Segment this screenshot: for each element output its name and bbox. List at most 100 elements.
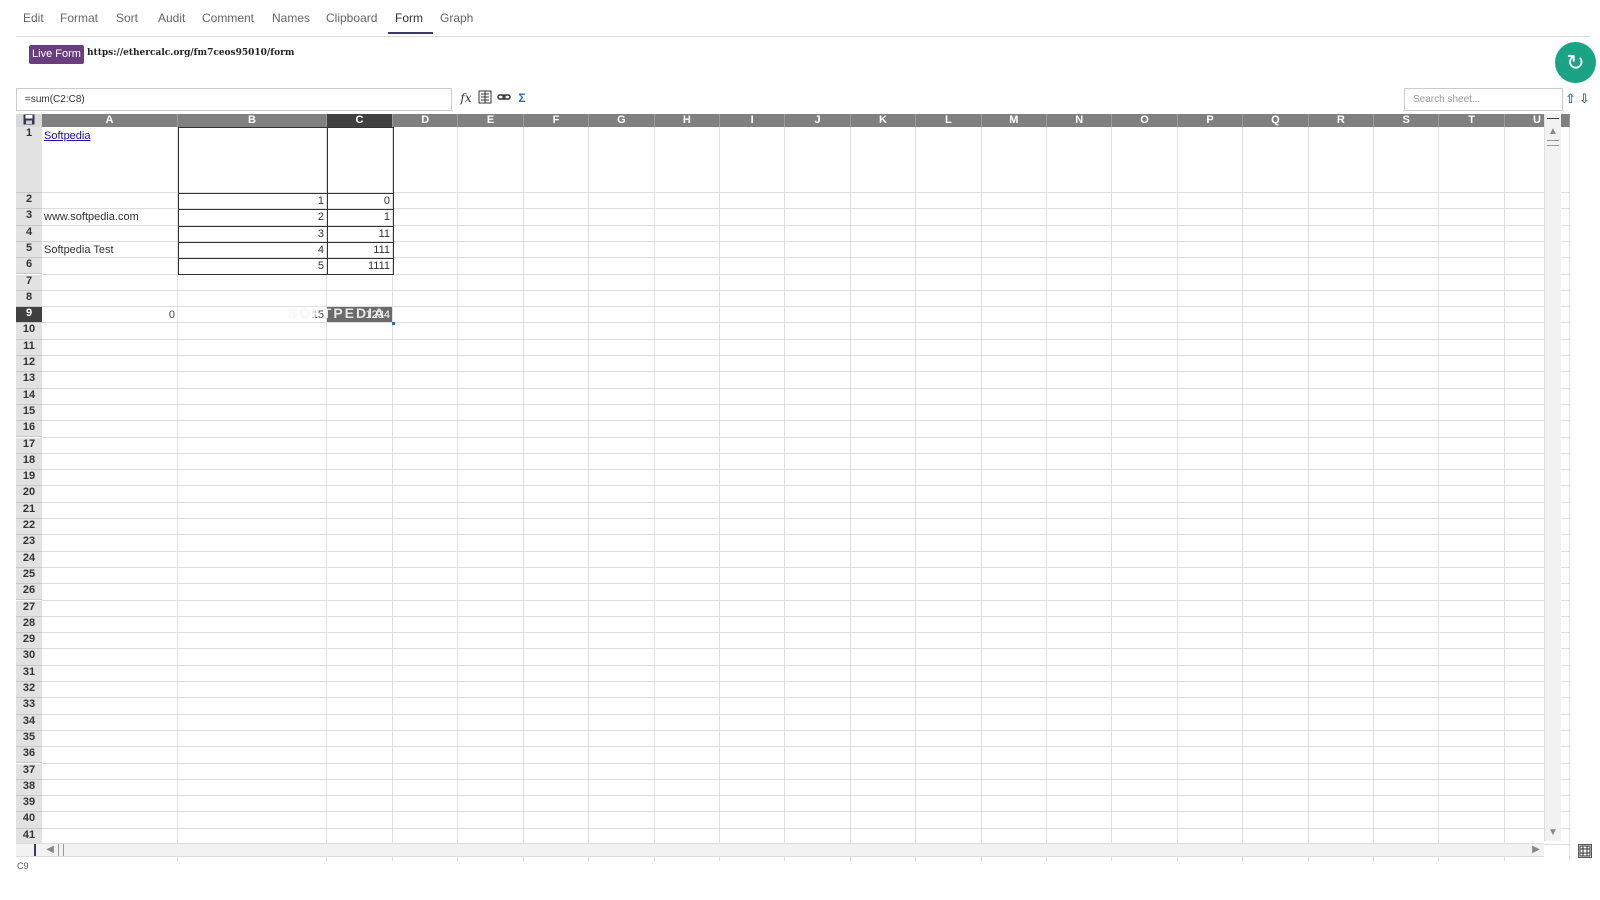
- row-header-30[interactable]: 30: [16, 649, 42, 666]
- row-header-12[interactable]: 12: [16, 356, 42, 373]
- column-header-s[interactable]: S: [1374, 114, 1440, 127]
- column-header-h[interactable]: H: [654, 114, 720, 127]
- column-header-p[interactable]: P: [1177, 114, 1244, 127]
- sum-icon[interactable]: Σ: [514, 90, 530, 106]
- menu-tab-bar: Edit Format Sort Audit Comment Names Cli…: [16, 0, 1590, 37]
- column-header-q[interactable]: Q: [1243, 114, 1309, 127]
- spreadsheet-grid[interactable]: A B C D E F G H I J K L M N O P Q R S T U 1 2 3 4 5 6 7 8 9 10 11 12 13 14…: [16, 114, 1578, 861]
- hsplit-icon[interactable]: [34, 844, 38, 856]
- scroll-left-icon[interactable]: ◀: [44, 844, 56, 856]
- tab-edit[interactable]: Edit: [23, 11, 44, 25]
- vertical-scrollbar[interactable]: ▲ ▼: [1544, 114, 1561, 841]
- softpedia-watermark: SOFTPEDIA: [288, 305, 387, 322]
- row-header-27[interactable]: 27: [16, 600, 42, 617]
- row-header-22[interactable]: 22: [16, 519, 42, 536]
- gridline-horizontal: [42, 746, 1571, 748]
- row-header-5[interactable]: 5: [16, 241, 42, 259]
- tab-sort[interactable]: Sort: [116, 11, 138, 25]
- column-header-f[interactable]: F: [523, 114, 590, 127]
- row-header-35[interactable]: 35: [16, 730, 42, 748]
- row-header-18[interactable]: 18: [16, 453, 42, 471]
- column-header-b[interactable]: B: [178, 114, 327, 127]
- live-form-button[interactable]: Live Form: [29, 45, 84, 64]
- scroll-down-icon[interactable]: ▼: [1547, 827, 1559, 839]
- cell-a1[interactable]: Softpedia: [42, 128, 177, 144]
- column-header-m[interactable]: M: [981, 114, 1047, 127]
- tab-comment[interactable]: Comment: [202, 11, 254, 25]
- row-header-39[interactable]: 39: [16, 796, 42, 813]
- row-header-8[interactable]: 8: [16, 290, 42, 308]
- split-icon[interactable]: [1547, 114, 1559, 119]
- row-header-33[interactable]: 33: [16, 698, 42, 715]
- row-header-31[interactable]: 31: [16, 665, 42, 682]
- column-header-t[interactable]: T: [1439, 114, 1505, 127]
- column-header-o[interactable]: O: [1112, 114, 1178, 127]
- column-header-k[interactable]: K: [850, 114, 917, 127]
- function-icon[interactable]: fx: [458, 90, 474, 106]
- row-header-23[interactable]: 23: [16, 535, 42, 552]
- row-header-28[interactable]: 28: [16, 616, 42, 634]
- row-header-9[interactable]: 9: [16, 307, 42, 324]
- row-header-40[interactable]: 40: [16, 812, 42, 829]
- row-header-6[interactable]: 6: [16, 258, 42, 275]
- link-icon[interactable]: [496, 90, 512, 106]
- column-header-i[interactable]: I: [720, 114, 786, 127]
- row-header-37[interactable]: 37: [16, 763, 42, 780]
- column-header-a[interactable]: A: [42, 114, 178, 127]
- hscroll-thumb[interactable]: [58, 844, 64, 856]
- row-header-2[interactable]: 2: [16, 193, 42, 210]
- row-header-13[interactable]: 13: [16, 372, 42, 389]
- gridline-vertical: [980, 127, 982, 861]
- horizontal-scrollbar[interactable]: ◀ ▶: [16, 843, 1544, 857]
- live-form-url[interactable]: https://ethercalc.org/fm7ceos95010/form: [87, 48, 294, 58]
- row-header-3[interactable]: 3: [16, 209, 42, 226]
- row-header-26[interactable]: 26: [16, 584, 42, 601]
- row-header-4[interactable]: 4: [16, 225, 42, 242]
- tab-names[interactable]: Names: [272, 11, 310, 25]
- row-header-14[interactable]: 14: [16, 388, 42, 405]
- row-header-11[interactable]: 11: [16, 339, 42, 356]
- grid-pane-icon[interactable]: [1578, 844, 1592, 858]
- gridline-horizontal: [42, 566, 1571, 568]
- search-next-arrow-icon[interactable]: ⇩: [1578, 91, 1591, 107]
- row-header-17[interactable]: 17: [16, 437, 42, 454]
- scroll-thumb[interactable]: [1547, 140, 1559, 146]
- scroll-right-icon[interactable]: ▶: [1530, 844, 1542, 856]
- row-header-34[interactable]: 34: [16, 714, 42, 731]
- row-header-36[interactable]: 36: [16, 747, 42, 764]
- refresh-button[interactable]: ↻: [1555, 42, 1596, 83]
- row-header-7[interactable]: 7: [16, 274, 42, 291]
- row-header-24[interactable]: 24: [16, 551, 42, 568]
- row-header-32[interactable]: 32: [16, 682, 42, 699]
- scroll-up-icon[interactable]: ▲: [1547, 126, 1559, 138]
- tab-form[interactable]: Form: [395, 11, 423, 25]
- row-header-10[interactable]: 10: [16, 323, 42, 340]
- row-header-29[interactable]: 29: [16, 633, 42, 650]
- column-header-l[interactable]: L: [916, 114, 982, 127]
- column-header-n[interactable]: N: [1047, 114, 1113, 127]
- column-header-c[interactable]: C: [327, 114, 393, 127]
- tab-clipboard[interactable]: Clipboard: [326, 11, 377, 25]
- column-header-g[interactable]: G: [589, 114, 655, 127]
- search-prev-arrow-icon[interactable]: ⇧: [1564, 91, 1577, 107]
- form-edit-icon[interactable]: [477, 90, 493, 106]
- row-header-21[interactable]: 21: [16, 502, 42, 519]
- tab-audit[interactable]: Audit: [158, 11, 185, 25]
- search-input[interactable]: Search sheet...: [1404, 88, 1563, 111]
- row-header-25[interactable]: 25: [16, 567, 42, 585]
- row-header-20[interactable]: 20: [16, 486, 42, 503]
- row-header-1[interactable]: 1: [16, 127, 42, 193]
- tab-graph[interactable]: Graph: [440, 11, 473, 25]
- column-header-r[interactable]: R: [1308, 114, 1374, 127]
- row-header-15[interactable]: 15: [16, 404, 42, 422]
- fill-handle[interactable]: [392, 322, 395, 326]
- row-header-38[interactable]: 38: [16, 779, 42, 797]
- column-header-d[interactable]: D: [393, 114, 459, 127]
- save-icon[interactable]: [16, 114, 42, 127]
- row-header-16[interactable]: 16: [16, 421, 42, 438]
- column-header-e[interactable]: E: [458, 114, 524, 127]
- formula-input[interactable]: =sum(C2:C8): [16, 88, 452, 111]
- column-header-j[interactable]: J: [785, 114, 851, 127]
- tab-format[interactable]: Format: [60, 11, 98, 25]
- row-header-19[interactable]: 19: [16, 470, 42, 487]
